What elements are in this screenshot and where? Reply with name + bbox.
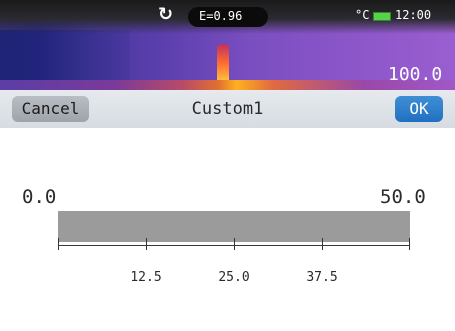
tick-label: 12.5: [130, 270, 162, 285]
scale-max-value: 100.0: [388, 64, 443, 85]
tick-mark: [322, 238, 323, 250]
hot-spot: [217, 44, 229, 84]
ok-button[interactable]: OK: [395, 96, 443, 122]
cancel-button[interactable]: Cancel: [12, 96, 89, 122]
clock: 12:00: [395, 8, 432, 22]
dialog-title: Custom1: [191, 99, 264, 119]
tick-mark: [146, 238, 147, 250]
status-bar: ↻ E=0.96 °C 12:00: [0, 0, 455, 30]
emissivity-value: E=0.96: [199, 9, 243, 23]
temperature-unit: °C: [355, 8, 370, 22]
tick-label: 37.5: [306, 270, 338, 285]
tick-mark: [234, 238, 235, 250]
tick-mark: [409, 238, 410, 250]
range-max-label: 50.0: [380, 186, 426, 208]
refresh-icon[interactable]: ↻: [158, 4, 173, 25]
tick-mark: [58, 238, 59, 250]
tick-label: 25.0: [218, 270, 250, 285]
range-min-label: 0.0: [22, 186, 57, 208]
battery-icon: [373, 12, 391, 21]
